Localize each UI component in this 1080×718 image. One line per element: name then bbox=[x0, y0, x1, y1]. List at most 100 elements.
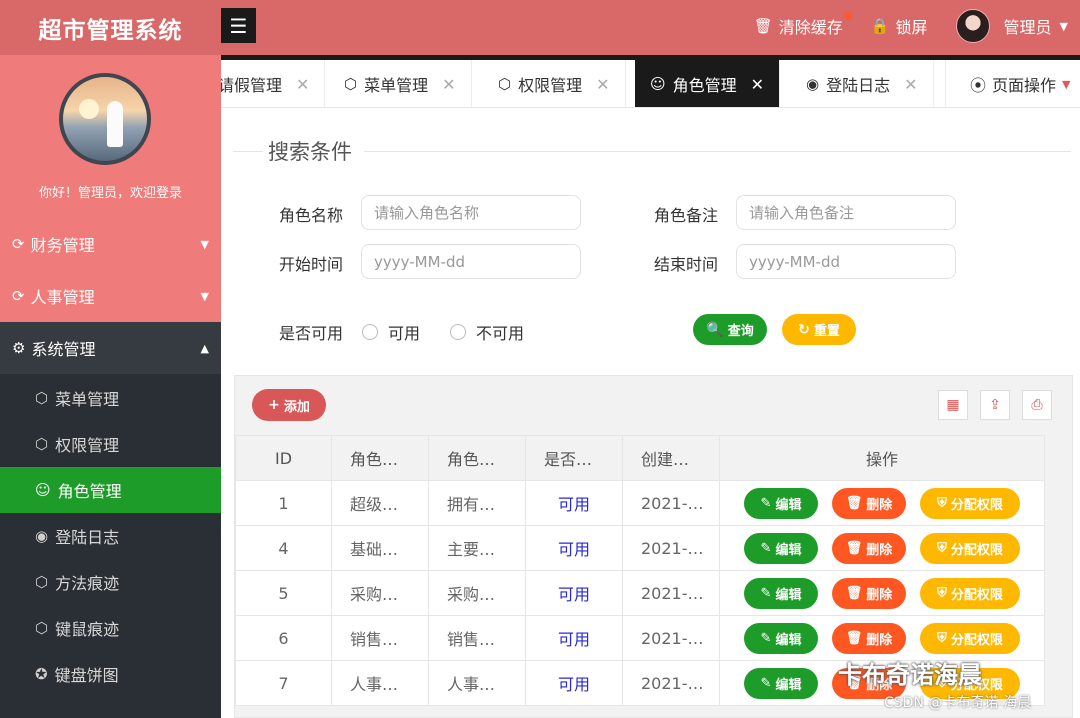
sidebar-group-label: 系统管理 bbox=[31, 340, 96, 359]
end-time-input[interactable] bbox=[736, 244, 956, 279]
sidebar-item-method-trace[interactable]: ⬡ 方法痕迹 bbox=[0, 559, 221, 605]
columns-icon[interactable]: ▦ bbox=[938, 390, 968, 420]
edit-button[interactable]: ✎ 编辑 bbox=[744, 622, 818, 654]
tab-leave[interactable]: 请假管理 ✕ bbox=[221, 60, 326, 107]
cell-enabled: 可用 bbox=[525, 525, 623, 571]
start-time-label: 开始时间 bbox=[279, 255, 344, 274]
delete-button[interactable]: 🗑 删除 bbox=[832, 487, 906, 519]
tab-permission[interactable]: ⬡ 权限管理 ✕ bbox=[483, 60, 626, 107]
tab-label: 请假管理 bbox=[221, 76, 283, 95]
radio-disabled[interactable]: 不可用 bbox=[450, 320, 524, 344]
close-icon[interactable]: ✕ bbox=[296, 75, 309, 94]
tab-role[interactable]: ☺ 角色管理 ✕ bbox=[635, 60, 781, 107]
close-icon[interactable]: ✕ bbox=[596, 75, 609, 94]
reset-button[interactable]: ↻ 重置 bbox=[782, 314, 856, 345]
cube-icon: ⬡ bbox=[344, 75, 358, 93]
sidebar-item-keyboard-pie[interactable]: ✪ 键盘饼图 bbox=[0, 651, 221, 697]
hamburger-icon[interactable]: ☰ bbox=[221, 8, 256, 43]
cell-actions: ✎ 编辑 🗑 删除 ⛨ 分配权限 bbox=[719, 615, 1045, 661]
cube-icon: ⬡ bbox=[498, 75, 512, 93]
delete-label: 删除 bbox=[866, 632, 893, 648]
radio-enabled[interactable]: 可用 bbox=[362, 320, 420, 344]
export-icon[interactable]: ⇪ bbox=[980, 390, 1010, 420]
lock-screen-button[interactable]: 🔒 锁屏 bbox=[871, 14, 928, 38]
edit-label: 编辑 bbox=[775, 677, 802, 693]
sidebar-item-permission[interactable]: ⬡ 权限管理 bbox=[0, 421, 221, 467]
column-header[interactable]: 角色… bbox=[428, 435, 526, 481]
cell-role-name: 销售… bbox=[331, 615, 429, 661]
print-icon[interactable]: ⎙ bbox=[1022, 390, 1052, 420]
avatar-sun bbox=[79, 99, 99, 119]
app-title: 超市管理系统 bbox=[38, 17, 183, 44]
delete-button[interactable]: 🗑 删除 bbox=[832, 577, 906, 609]
sidebar-item-menu[interactable]: ⬡ 菜单管理 bbox=[0, 375, 221, 421]
cell-id: 7 bbox=[235, 660, 332, 706]
assign-permission-button[interactable]: ⛨ 分配权限 bbox=[920, 487, 1020, 519]
cell-id: 4 bbox=[235, 525, 332, 571]
role-note-input[interactable] bbox=[736, 195, 956, 230]
sidebar-group-finance[interactable]: ⟳ 财务管理 ▼ bbox=[0, 218, 221, 270]
table-header-row: ID 角色… 角色… 是否… 创建… 操作 bbox=[235, 435, 1045, 481]
assign-permission-button[interactable]: ⛨ 分配权限 bbox=[920, 622, 1020, 654]
role-name-input[interactable] bbox=[361, 195, 581, 230]
edit-button[interactable]: ✎ 编辑 bbox=[744, 532, 818, 564]
tab-label: 登陆日志 bbox=[826, 76, 891, 95]
cell-enabled: 可用 bbox=[525, 480, 623, 526]
edit-label: 编辑 bbox=[775, 587, 802, 603]
user-avatar bbox=[955, 9, 990, 43]
trash-icon: 🗑 bbox=[845, 540, 863, 556]
tab-label: 权限管理 bbox=[518, 76, 583, 95]
avatar[interactable] bbox=[59, 73, 151, 165]
trash-icon: 🗑 bbox=[845, 585, 863, 601]
tab-login-log[interactable]: ◉ 登陆日志 ✕ bbox=[791, 60, 934, 107]
edit-button[interactable]: ✎ 编辑 bbox=[744, 667, 818, 699]
clear-cache-button[interactable]: 🗑 清除缓存 bbox=[754, 12, 852, 38]
sidebar-item-input-trace[interactable]: ⬡ 键鼠痕迹 bbox=[0, 605, 221, 651]
assign-permission-button[interactable]: ⛨ 分配权限 bbox=[920, 577, 1020, 609]
cell-id: 5 bbox=[235, 570, 332, 616]
top-header: 超市管理系统 ☰ 🗑 清除缓存 🔒 锁屏 管理员 ▼ bbox=[0, 0, 1080, 55]
column-header[interactable]: 创建… bbox=[622, 435, 720, 481]
edit-button[interactable]: ✎ 编辑 bbox=[744, 487, 818, 519]
add-label: 添加 bbox=[283, 399, 310, 415]
user-menu[interactable]: 管理员 ▼ bbox=[955, 9, 1068, 43]
start-time-input[interactable] bbox=[361, 244, 581, 279]
cube-icon: ⬡ bbox=[35, 619, 49, 637]
cell-created: 2021-… bbox=[622, 525, 720, 571]
tab-menu[interactable]: ⬡ 菜单管理 ✕ bbox=[329, 60, 472, 107]
weibo-icon: ◉ bbox=[35, 527, 49, 545]
cell-role-note: 销售… bbox=[428, 615, 526, 661]
sidebar-item-label: 键鼠痕迹 bbox=[55, 620, 120, 639]
sidebar-group-system[interactable]: ⚙ 系统管理 ▲ bbox=[0, 322, 221, 374]
delete-button[interactable]: 🗑 删除 bbox=[832, 532, 906, 564]
welcome-text: 你好！管理员，欢迎登录 bbox=[38, 186, 182, 201]
avatar-figure bbox=[107, 101, 123, 147]
tab-label: 菜单管理 bbox=[364, 76, 429, 95]
column-header[interactable]: 角色… bbox=[331, 435, 429, 481]
user-name: 管理员 bbox=[1003, 18, 1052, 37]
chevron-up-icon: ▲ bbox=[200, 341, 209, 355]
assign-permission-button[interactable]: ⛨ 分配权限 bbox=[920, 532, 1020, 564]
radio-label: 可用 bbox=[388, 324, 421, 343]
cell-role-note: 人事… bbox=[428, 660, 526, 706]
refresh-icon: ↻ bbox=[798, 321, 810, 338]
edit-label: 编辑 bbox=[775, 632, 802, 648]
close-icon[interactable]: ✕ bbox=[751, 75, 764, 94]
sidebar-group-personnel[interactable]: ⟳ 人事管理 ▼ bbox=[0, 270, 221, 322]
edit-button[interactable]: ✎ 编辑 bbox=[744, 577, 818, 609]
target-icon: ⦿ bbox=[970, 76, 987, 95]
add-button[interactable]: + 添加 bbox=[252, 389, 326, 421]
column-header[interactable]: 是否… bbox=[525, 435, 623, 481]
role-note-label: 角色备注 bbox=[654, 206, 719, 225]
sidebar-item-role[interactable]: ☺ 角色管理 bbox=[0, 467, 221, 513]
close-icon[interactable]: ✕ bbox=[442, 75, 455, 94]
close-icon[interactable]: ✕ bbox=[904, 75, 917, 94]
assign-label: 分配权限 bbox=[950, 587, 1003, 603]
delete-button[interactable]: 🗑 删除 bbox=[832, 622, 906, 654]
column-header[interactable]: ID bbox=[235, 435, 332, 481]
page-operations-dropdown[interactable]: ⦿ 页面操作 ▼ bbox=[945, 60, 1080, 107]
query-button[interactable]: 🔍 查询 bbox=[693, 314, 767, 345]
sidebar-item-login-log[interactable]: ◉ 登陆日志 bbox=[0, 513, 221, 559]
tab-bar: 请假管理 ✕ ⬡ 菜单管理 ✕ ⬡ 权限管理 ✕ ☺ 角色管理 ✕ ◉ 登陆日志… bbox=[221, 55, 1080, 108]
pencil-icon: ✎ bbox=[760, 585, 772, 601]
